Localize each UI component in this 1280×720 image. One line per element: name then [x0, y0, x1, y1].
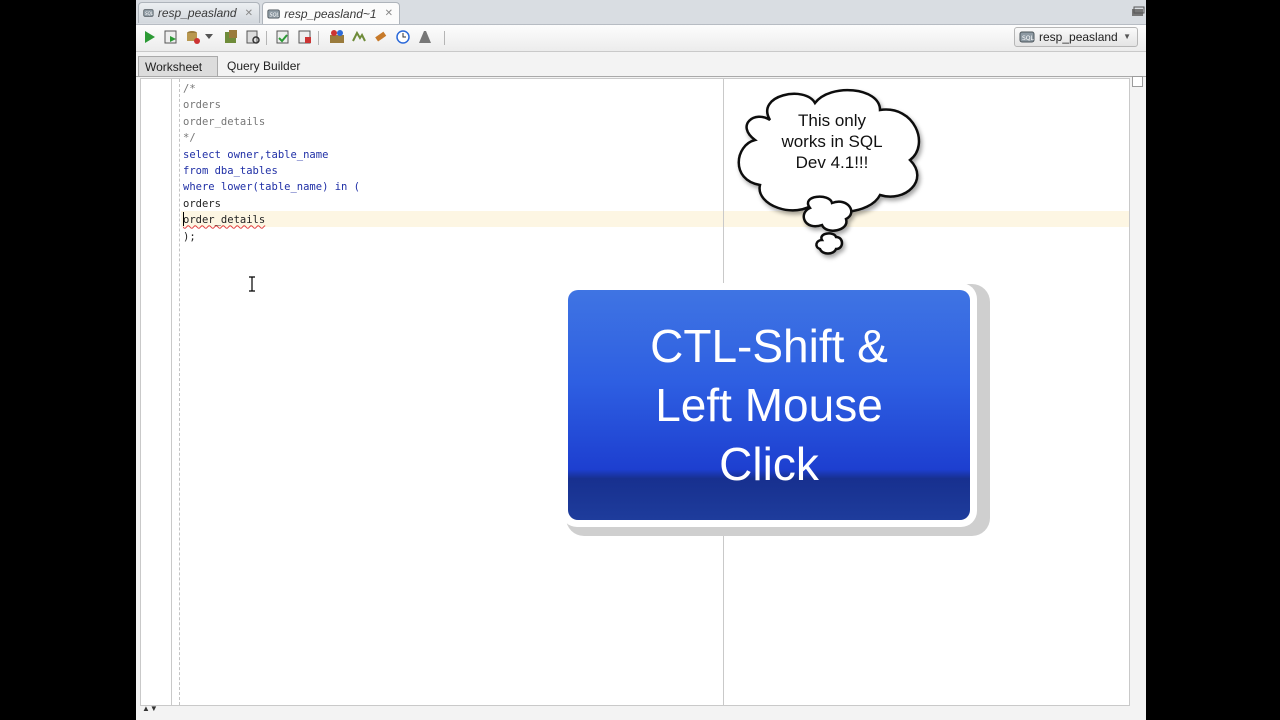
- code-line: orders: [183, 197, 221, 210]
- code-line: */: [183, 132, 196, 145]
- callout-line: Click: [719, 437, 819, 490]
- svg-text:SQL: SQL: [269, 12, 279, 18]
- connection-label: resp_peasland: [1039, 30, 1118, 44]
- code-line: where lower(table_name) in (: [183, 181, 361, 194]
- chevron-down-icon[interactable]: [204, 28, 214, 46]
- run-script-icon[interactable]: [162, 28, 180, 46]
- tab-query-builder[interactable]: Query Builder: [221, 56, 311, 76]
- fold-guide: [179, 79, 180, 705]
- code-line: );: [183, 230, 196, 243]
- thought-bubble-text: This only works in SQL Dev 4.1!!!: [765, 110, 899, 173]
- doc-tab-label: resp_peasland~1: [284, 6, 377, 21]
- callout-panel: CTL-Shift & Left Mouse Click: [568, 290, 970, 520]
- doc-tab-label: resp_peasland: [157, 6, 237, 20]
- callout-line: Left Mouse: [655, 378, 883, 431]
- bubble-line: Dev 4.1!!!: [795, 153, 869, 172]
- commit-icon[interactable]: [184, 28, 202, 46]
- code-area[interactable]: /* orders order_details */ select owner,tabl…: [183, 81, 360, 245]
- doc-tab-resp-peasland[interactable]: SQL resp_peasland ✕: [138, 2, 260, 23]
- svg-text:SQL: SQL: [1022, 35, 1035, 42]
- window-restore-icon[interactable]: [1130, 5, 1146, 19]
- svg-text:SQL: SQL: [145, 11, 154, 16]
- connection-select[interactable]: SQL resp_peasland ▼: [1014, 27, 1138, 47]
- split-arrows-icon[interactable]: ▲▼: [142, 704, 158, 713]
- close-icon[interactable]: ✕: [245, 8, 253, 19]
- worksheet-toolbar: SQL resp_peasland ▼: [136, 25, 1146, 52]
- bubble-line: This only: [797, 111, 867, 130]
- clear-icon[interactable]: [372, 28, 390, 46]
- explain-plan-icon[interactable]: [274, 28, 292, 46]
- monitor-icon[interactable]: [350, 28, 368, 46]
- autotrace-icon[interactable]: [244, 28, 262, 46]
- database-connection-icon: SQL: [1019, 31, 1035, 43]
- code-line: order_details: [183, 115, 266, 128]
- doc-tab-resp-peasland-1[interactable]: SQL resp_peasland~1 ✕: [262, 2, 400, 24]
- toolbar-separator: [266, 31, 267, 45]
- bubble-line: works in SQL: [781, 132, 883, 151]
- code-line: /*: [183, 83, 196, 95]
- scroll-corner-button[interactable]: [1132, 76, 1143, 87]
- text-caret: [183, 212, 184, 226]
- vertical-scrollbar[interactable]: [1132, 76, 1143, 702]
- document-tab-bar: SQL resp_peasland ✕ SQL resp_peasland~1 …: [136, 0, 1146, 25]
- keyboard-shortcut-callout: CTL-Shift & Left Mouse Click: [561, 283, 977, 527]
- code-line: select owner,table_name: [183, 148, 329, 161]
- callout-text: CTL-Shift & Left Mouse Click: [650, 317, 888, 494]
- run-statement-icon[interactable]: [140, 28, 158, 46]
- tab-worksheet[interactable]: Worksheet: [138, 56, 218, 76]
- chevron-down-icon: ▼: [1123, 32, 1131, 41]
- unshared-sql-icon[interactable]: [328, 28, 346, 46]
- toolbar-separator: [444, 31, 445, 45]
- code-line: from dba_tables: [183, 165, 278, 178]
- tab-worksheet-label: Worksheet: [145, 59, 203, 74]
- rollback-icon[interactable]: [222, 28, 240, 46]
- history-icon[interactable]: [394, 28, 412, 46]
- database-connection-icon: SQL: [143, 9, 154, 17]
- worksheet-subtab-bar: Worksheet Query Builder: [136, 56, 1146, 77]
- tab-query-builder-label: Query Builder: [227, 59, 301, 73]
- line-gutter: [141, 79, 172, 705]
- code-line: orders: [183, 99, 221, 112]
- close-icon[interactable]: ✕: [385, 8, 393, 19]
- callout-line: CTL-Shift &: [650, 319, 888, 372]
- code-line: order_details: [183, 214, 266, 227]
- toolbar-separator: [318, 31, 319, 45]
- sql-tuning-icon[interactable]: [296, 28, 314, 46]
- ibeam-cursor-icon: [249, 276, 255, 292]
- database-connection-icon: SQL: [267, 8, 280, 19]
- format-icon[interactable]: [416, 28, 434, 46]
